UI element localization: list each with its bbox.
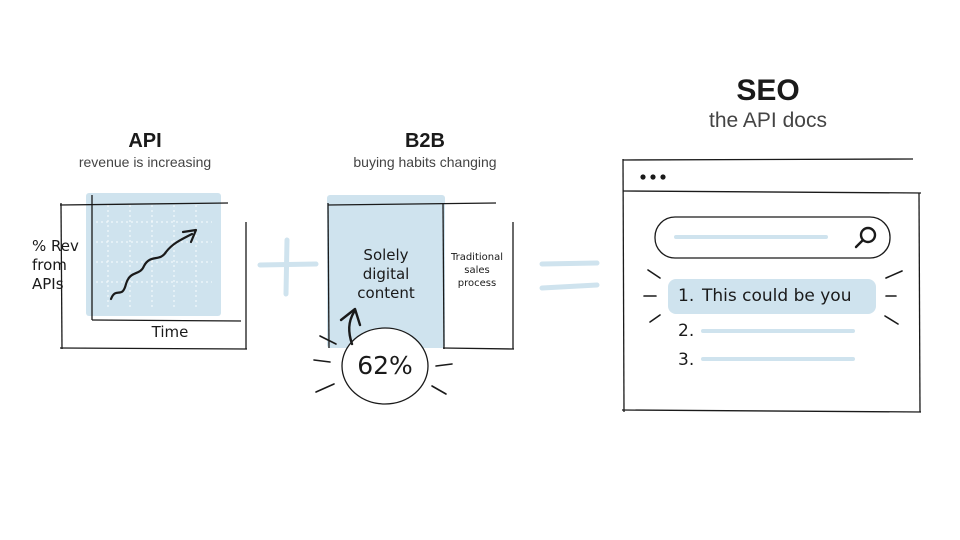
b2b-digital-label: Solely digital content xyxy=(357,246,415,302)
seo-subtitle: the API docs xyxy=(709,109,827,132)
result-1-text: This could be you xyxy=(702,286,852,306)
window-dots-icon xyxy=(640,174,666,180)
b2b-title: B2B xyxy=(404,130,445,152)
seo-title: SEO xyxy=(736,74,800,107)
api-title: API xyxy=(128,130,162,152)
plus-icon xyxy=(257,237,319,297)
result-3-number: 3. xyxy=(678,350,695,370)
b2b-traditional-label: Traditional sales process xyxy=(450,252,504,289)
result-2-number: 2. xyxy=(678,321,695,341)
api-chart-highlight xyxy=(86,193,221,316)
b2b-subtitle: buying habits changing xyxy=(353,154,497,170)
equals-icon xyxy=(539,260,600,291)
api-x-label: Time xyxy=(151,323,189,341)
api-subtitle: revenue is increasing xyxy=(78,154,212,170)
result-1-number: 1. xyxy=(678,286,695,306)
b2b-stat: 62% xyxy=(357,351,413,380)
api-y-label: % Rev from APIs xyxy=(32,237,79,293)
